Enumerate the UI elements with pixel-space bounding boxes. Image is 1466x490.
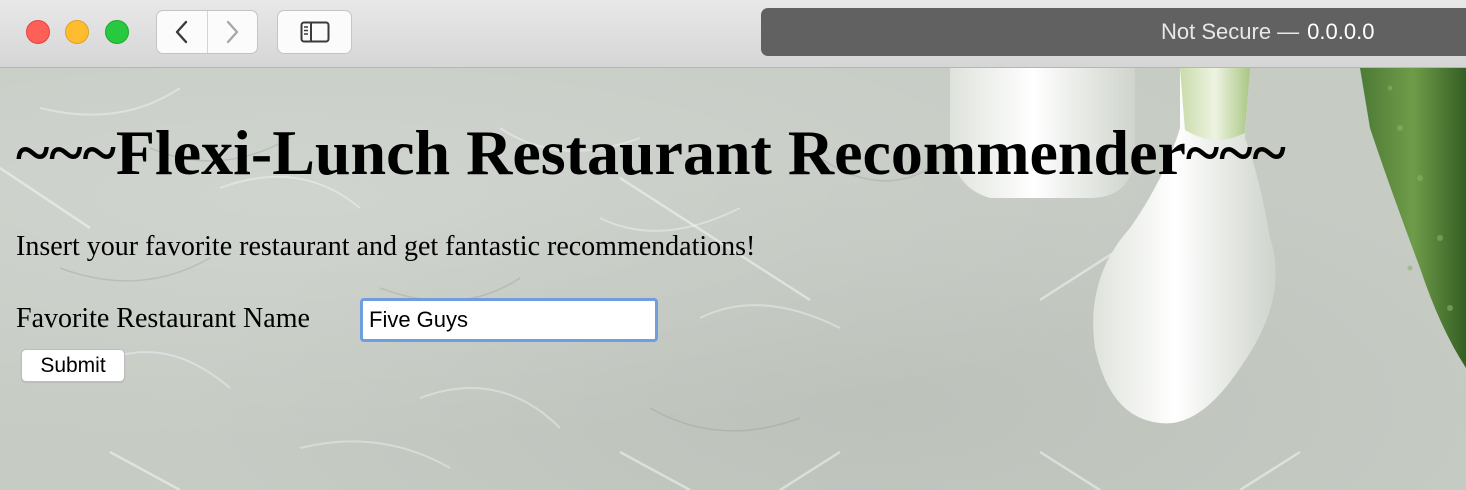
restaurant-name-input[interactable] bbox=[360, 298, 658, 342]
navigation-buttons bbox=[156, 10, 258, 54]
sidebar-toggle-button[interactable] bbox=[277, 10, 352, 54]
chevron-right-icon bbox=[227, 20, 239, 44]
back-button[interactable] bbox=[157, 11, 207, 53]
security-label: Not Secure — bbox=[1161, 19, 1300, 44]
sidebar-icon bbox=[300, 21, 329, 43]
chevron-left-icon bbox=[175, 20, 187, 44]
page-title: ~~~Flexi-Lunch Restaurant Recommender~~~ bbox=[16, 117, 1286, 188]
submit-button[interactable]: Submit bbox=[21, 349, 125, 382]
address-host: 0.0.0.0 bbox=[1307, 19, 1375, 44]
zoom-window-button[interactable] bbox=[105, 20, 129, 44]
forward-button[interactable] bbox=[206, 11, 258, 53]
restaurant-name-label: Favorite Restaurant Name bbox=[16, 303, 310, 334]
browser-window: Not Secure — 0.0.0.0 ~~~Flexi-Lunch Rest… bbox=[0, 0, 1466, 490]
title-bar: Not Secure — 0.0.0.0 bbox=[0, 0, 1466, 68]
page-content: ~~~Flexi-Lunch Restaurant Recommender~~~… bbox=[0, 68, 1466, 490]
close-window-button[interactable] bbox=[26, 20, 50, 44]
minimize-window-button[interactable] bbox=[65, 20, 89, 44]
address-bar[interactable]: Not Secure — 0.0.0.0 bbox=[761, 8, 1466, 56]
intro-text: Insert your favorite restaurant and get … bbox=[16, 231, 756, 262]
